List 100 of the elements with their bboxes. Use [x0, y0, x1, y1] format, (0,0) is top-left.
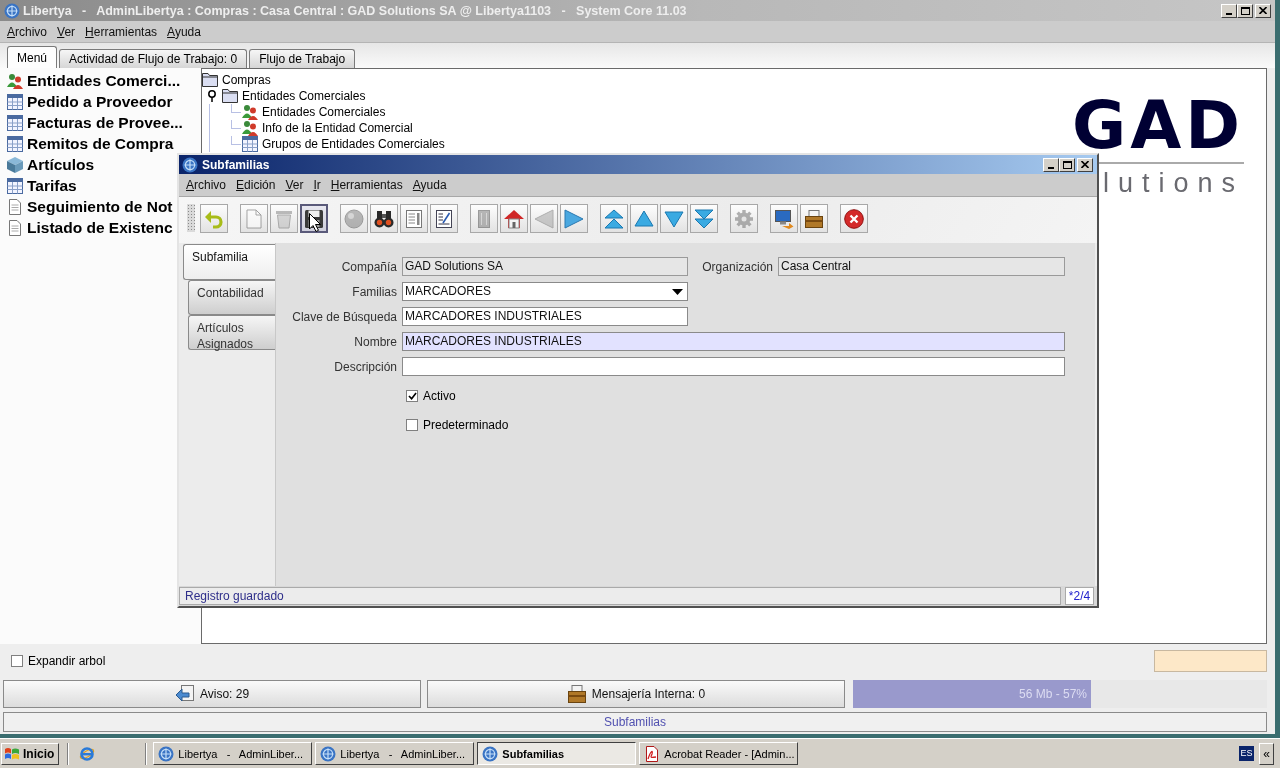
- maximize-button[interactable]: [1059, 157, 1075, 172]
- menu-item[interactable]: Edición: [231, 176, 281, 194]
- detail-button[interactable]: [560, 204, 588, 233]
- find-button[interactable]: [370, 204, 398, 233]
- sidebar-item[interactable]: Seguimiento de Not: [7, 196, 173, 217]
- tree-toggle-icon[interactable]: [207, 90, 217, 102]
- last-record-button[interactable]: [690, 204, 718, 233]
- field-label: Descripción: [333, 359, 397, 374]
- minimize-button[interactable]: [1043, 157, 1059, 172]
- monitor-icon: [774, 208, 794, 229]
- taskbar-button[interactable]: Libertya - AdminLiber...: [153, 742, 313, 765]
- maximize-button[interactable]: [1237, 3, 1253, 18]
- tree-item[interactable]: Compras: [202, 72, 271, 88]
- notice-button[interactable]: Aviso: 29: [3, 680, 421, 708]
- sidebar-item[interactable]: Artículos: [7, 154, 95, 175]
- taskbar-button[interactable]: Libertya - AdminLiber...: [315, 742, 475, 765]
- menu-item[interactable]: Archivo: [181, 176, 232, 194]
- menu-item[interactable]: Herramientas: [325, 176, 408, 194]
- close-icon: [844, 208, 864, 229]
- close-button[interactable]: [1077, 157, 1093, 172]
- minimize-icon: [1226, 12, 1232, 15]
- chart-page-icon: [434, 208, 454, 229]
- globe-icon: [482, 745, 499, 762]
- close-icon: [1081, 161, 1089, 168]
- sidebar-item[interactable]: Pedido a Proveedor: [7, 91, 173, 112]
- menu-item[interactable]: Ir: [308, 176, 326, 194]
- globe-icon: [320, 745, 337, 762]
- language-indicator[interactable]: ES: [1239, 746, 1254, 761]
- menu-item[interactable]: Herramientas: [80, 22, 163, 41]
- start-button[interactable]: Inicio: [1, 742, 60, 765]
- menu-item[interactable]: Ayuda: [407, 176, 452, 194]
- input-field[interactable]: Casa Central: [778, 257, 1065, 276]
- double-down-arrow-icon: [694, 208, 714, 229]
- print-button[interactable]: [770, 204, 798, 233]
- input-field[interactable]: [402, 357, 1065, 376]
- tree-item[interactable]: Entidades Comerciales: [222, 88, 366, 104]
- document-icon: [644, 745, 661, 762]
- grip-handle-icon[interactable]: [187, 204, 195, 232]
- sidebar-item[interactable]: Listado de Existenc: [7, 217, 173, 238]
- field-label: Nombre: [353, 334, 397, 349]
- document-icon: [7, 198, 23, 215]
- document-icon: [244, 208, 264, 229]
- ring-icon[interactable]: [79, 745, 96, 762]
- home-button[interactable]: [500, 204, 528, 233]
- dropdown-field[interactable]: MARCADORES: [402, 282, 688, 301]
- menu-item[interactable]: Ver: [280, 176, 309, 194]
- minimize-button[interactable]: [1221, 3, 1237, 18]
- tab[interactable]: Artículos Asignados: [188, 315, 275, 350]
- dialog-title: Subfamilias: [202, 157, 270, 172]
- report-button[interactable]: [430, 204, 458, 233]
- taskbar-button[interactable]: Subfamilias: [477, 742, 637, 765]
- taskbar-button[interactable]: Acrobat Reader - [Admin...: [639, 742, 799, 765]
- trash-icon: [274, 208, 294, 229]
- menu-item[interactable]: Archivo: [2, 22, 53, 41]
- tab[interactable]: Flujo de Trabajo: [249, 49, 356, 68]
- people-icon: [242, 104, 258, 120]
- tray-toggle-button[interactable]: «: [1259, 742, 1274, 765]
- exit-button[interactable]: [840, 204, 868, 233]
- sidebar-item[interactable]: Entidades Comerci...: [7, 70, 181, 91]
- gear-icon: [734, 208, 754, 229]
- sidebar-item[interactable]: Tarifas: [7, 175, 77, 196]
- table-icon: [7, 93, 23, 110]
- checkbox[interactable]: [11, 655, 23, 667]
- tree-item[interactable]: Grupos de Entidades Comerciales: [242, 136, 445, 152]
- input-field[interactable]: MARCADORES INDUSTRIALES: [402, 307, 688, 326]
- menu-item[interactable]: Ayuda: [162, 22, 206, 41]
- next-record-button[interactable]: [660, 204, 688, 233]
- checkbox[interactable]: [406, 419, 418, 431]
- flag-icon: [4, 746, 20, 761]
- globe-icon: [182, 156, 198, 173]
- messages-button[interactable]: Mensajería Interna: 0: [427, 680, 845, 708]
- document-icon: [7, 219, 23, 236]
- tree-item[interactable]: Entidades Comerciales: [242, 104, 386, 120]
- checkbox-label: Predeterminado: [423, 418, 509, 432]
- sidebar-item[interactable]: Facturas de Provee...: [7, 112, 183, 133]
- minimize-icon: [1048, 166, 1054, 169]
- checkbox[interactable]: [406, 390, 418, 402]
- sidebar-item[interactable]: Remitos de Compra: [7, 133, 174, 154]
- menu-item[interactable]: Ver: [52, 22, 81, 41]
- close-button[interactable]: [1255, 3, 1271, 18]
- left-triangle-icon: [534, 208, 554, 229]
- table-icon: [7, 135, 23, 152]
- tab[interactable]: Subfamilia: [183, 244, 275, 280]
- field-label: Clave de Búsqueda: [291, 309, 397, 324]
- field-label: Organización: [701, 259, 773, 274]
- folder-icon: [202, 72, 218, 88]
- tab[interactable]: Menú: [7, 46, 58, 68]
- tab[interactable]: Contabilidad: [188, 280, 275, 315]
- binoculars-icon: [374, 208, 394, 229]
- status-text: Subfamilias: [604, 715, 666, 729]
- input-field[interactable]: MARCADORES INDUSTRIALES: [402, 332, 1065, 351]
- tab[interactable]: Actividad de Flujo de Trabajo: 0: [59, 49, 248, 68]
- archive-button[interactable]: [800, 204, 828, 233]
- first-record-button[interactable]: [600, 204, 628, 233]
- previous-record-button[interactable]: [630, 204, 658, 233]
- attachment-button[interactable]: [400, 204, 428, 233]
- input-field[interactable]: GAD Solutions SA: [402, 257, 688, 276]
- tree-item[interactable]: Info de la Entidad Comercial: [242, 120, 413, 136]
- logo-tagline: lutions: [1102, 168, 1244, 198]
- table-icon: [7, 177, 23, 194]
